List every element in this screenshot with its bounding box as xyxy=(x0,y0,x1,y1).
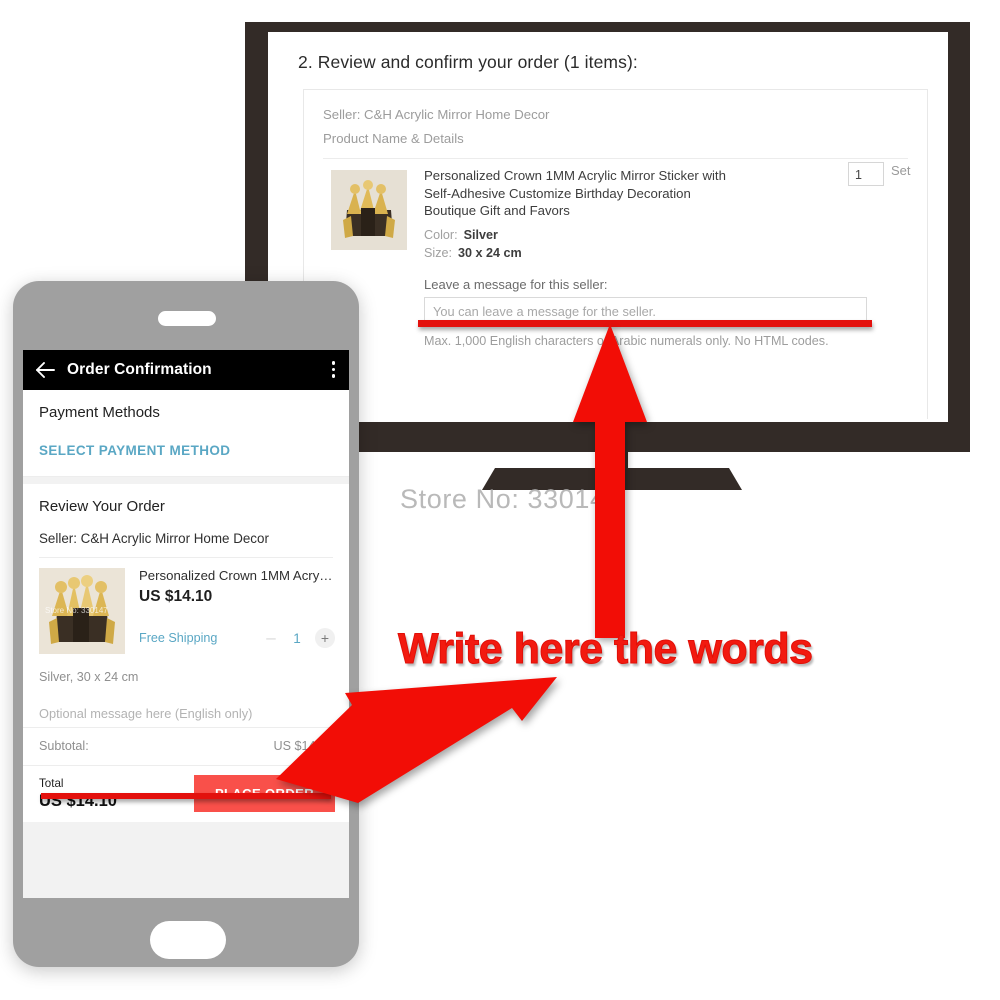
quantity-stepper: – 1 + xyxy=(263,628,335,648)
page-title: 2. Review and confirm your order (1 item… xyxy=(298,52,638,72)
phone-home-button[interactable] xyxy=(150,921,226,959)
phone-product-thumbnail[interactable]: Store No: 330147 xyxy=(39,568,125,654)
phone-product-price: US $14.10 xyxy=(139,588,213,605)
back-arrow-icon[interactable] xyxy=(23,362,67,378)
arrow-left-glyph xyxy=(36,362,55,378)
review-order-title: Review Your Order xyxy=(39,498,165,515)
desktop-attr-color: Color: Silver xyxy=(424,226,522,244)
color-label: Color: xyxy=(424,228,458,242)
desktop-product-attributes: Color: Silver Size: 30 x 24 cm xyxy=(424,226,522,262)
order-item-footer: Free Shipping – 1 + xyxy=(139,628,335,648)
size-value: 30 x 24 cm xyxy=(458,246,522,260)
subtotal-label: Subtotal: xyxy=(39,739,89,753)
total-label: Total xyxy=(39,776,64,790)
dot-1 xyxy=(331,361,335,365)
red-arrow-diagonal xyxy=(276,677,557,803)
desktop-product-title: Personalized Crown 1MM Acrylic Mirror St… xyxy=(424,168,726,218)
desktop-message-label: Leave a message for this seller: xyxy=(424,277,608,292)
section-gap-1 xyxy=(23,477,349,484)
callout-text: Write here the words xyxy=(398,625,814,674)
select-payment-method-link[interactable]: SELECT PAYMENT METHOD xyxy=(39,421,333,476)
phone-product-name: Personalized Crown 1MM Acrylic ... xyxy=(139,568,335,583)
desktop-divider xyxy=(323,158,908,159)
free-shipping-label: Free Shipping xyxy=(139,631,218,645)
desktop-quantity-unit: Set xyxy=(891,163,911,178)
crown-image xyxy=(331,170,407,250)
screenshot-root: 2. Review and confirm your order (1 item… xyxy=(0,0,1000,1000)
order-item-info: Personalized Crown 1MM Acrylic ... US $1… xyxy=(125,568,335,654)
desktop-quantity-field[interactable]: 1 xyxy=(848,162,884,186)
payment-methods-section: Payment Methods SELECT PAYMENT METHOD xyxy=(23,390,349,476)
quantity-decrease-button[interactable]: – xyxy=(263,628,279,648)
phone-earpiece xyxy=(158,311,216,326)
app-bar: Order Confirmation xyxy=(23,350,349,390)
desktop-product-thumbnail[interactable] xyxy=(331,170,407,250)
red-arrow-up xyxy=(573,324,647,638)
overflow-menu-icon[interactable] xyxy=(331,361,335,378)
phone-screen: Order Confirmation Payment Methods SELEC… xyxy=(23,350,349,898)
thumbnail-watermark: Store No: 330147 xyxy=(45,606,108,615)
phone-content: Payment Methods SELECT PAYMENT METHOD Re… xyxy=(23,390,349,898)
desktop-seller-name: Seller: C&H Acrylic Mirror Home Decor xyxy=(323,107,550,122)
desktop-attr-size: Size: 30 x 24 cm xyxy=(424,244,522,262)
quantity-value: 1 xyxy=(293,630,301,646)
phone-seller-name: Seller: C&H Acrylic Mirror Home Decor xyxy=(39,531,269,546)
color-value: Silver xyxy=(463,228,498,242)
payment-methods-card: Payment Methods SELECT PAYMENT METHOD xyxy=(23,390,349,477)
size-label: Size: xyxy=(424,246,452,260)
order-item-row: Store No: 330147 Personalized Crown 1MM … xyxy=(39,558,335,654)
payment-methods-title: Payment Methods xyxy=(39,404,160,421)
desktop-column-header: Product Name & Details xyxy=(323,131,464,146)
app-bar-title: Order Confirmation xyxy=(67,361,212,378)
dot-2 xyxy=(331,367,335,371)
quantity-increase-button[interactable]: + xyxy=(315,628,335,648)
dot-3 xyxy=(331,374,335,378)
